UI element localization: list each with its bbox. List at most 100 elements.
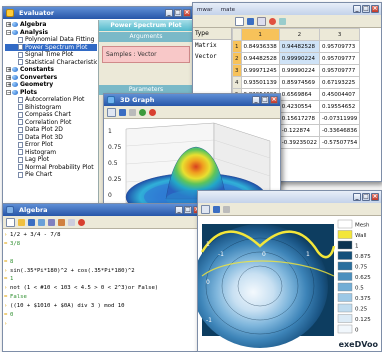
matrix-cell[interactable]: -0.57507754 bbox=[318, 136, 361, 149]
delete-icon[interactable] bbox=[269, 17, 276, 25]
expand-icon[interactable]: + bbox=[6, 74, 11, 80]
collapse-icon[interactable]: − bbox=[6, 29, 11, 35]
tree-item[interactable]: Correlation Plot bbox=[5, 119, 97, 127]
matrix-cell[interactable]: 0.99971245 bbox=[240, 64, 280, 77]
matrix-cell[interactable]: 0.15617278 bbox=[278, 112, 320, 125]
row-header[interactable]: 1 bbox=[232, 40, 242, 53]
settings-icon[interactable] bbox=[139, 108, 146, 116]
matrix-cell[interactable]: 0.84936338 bbox=[240, 40, 280, 53]
new-icon[interactable] bbox=[6, 217, 15, 227]
matrix-cell[interactable]: -0.39235022 bbox=[278, 136, 320, 149]
variables-icon[interactable] bbox=[58, 218, 65, 226]
minimize-button[interactable]: _ bbox=[252, 96, 260, 104]
minimize-button[interactable]: _ bbox=[165, 9, 173, 17]
column-header[interactable]: 1 bbox=[240, 28, 280, 41]
row-header[interactable]: 4 bbox=[232, 76, 242, 89]
tree-group[interactable]: + Converters bbox=[5, 74, 97, 82]
expand-icon[interactable]: + bbox=[6, 82, 11, 88]
matrix-cell[interactable]: 0.95709777 bbox=[318, 52, 361, 65]
close-button[interactable]: × bbox=[371, 193, 379, 201]
tree-group[interactable]: − Analysis bbox=[5, 29, 97, 37]
copy-icon[interactable] bbox=[257, 16, 266, 26]
console-input-line[interactable]: › bbox=[3, 320, 203, 329]
minimize-button[interactable]: _ bbox=[353, 5, 361, 13]
tree-item[interactable]: Lag Plot bbox=[5, 156, 97, 164]
algebra-console[interactable]: › 1/2 + 3/4 - 7/8 = 3/8 = 8 › sin(.35*Pi*180)^2… bbox=[3, 230, 203, 351]
matrix-cell[interactable]: -0.122874 bbox=[278, 124, 320, 137]
grid-icon[interactable] bbox=[279, 17, 286, 25]
close-button[interactable]: × bbox=[270, 96, 278, 104]
evaluator-titlebar[interactable]: Evaluator _ □ × bbox=[3, 7, 193, 19]
copy-icon[interactable] bbox=[107, 107, 116, 117]
delete-icon[interactable] bbox=[78, 218, 85, 226]
matrix-cell[interactable]: 0.95709777 bbox=[318, 64, 361, 77]
tree-item[interactable]: Error Plot bbox=[5, 141, 97, 149]
minimize-button[interactable]: _ bbox=[175, 206, 183, 214]
copy-icon[interactable] bbox=[68, 218, 75, 226]
matrix-cell[interactable]: 0.67193225 bbox=[318, 76, 361, 89]
maximize-button[interactable]: □ bbox=[362, 5, 370, 13]
matrix-titlebar[interactable]: mwar mate _ □ × bbox=[193, 3, 381, 15]
tree-item[interactable]: Compass Chart bbox=[5, 111, 97, 119]
tree-item[interactable]: Pie Chart bbox=[5, 171, 97, 179]
tree-group[interactable]: + Constants bbox=[5, 66, 97, 74]
tree-item[interactable]: Autocorrelation Plot bbox=[5, 96, 97, 104]
row-header[interactable]: 2 bbox=[232, 52, 242, 65]
tree-item[interactable]: Power Spectrum Plot bbox=[5, 43, 97, 51]
contour-plot[interactable]: -1 0 1 1 0 -1 Mesh Wall 1 0.875 0.75 0.625 0.5 0.37… bbox=[198, 216, 381, 350]
column-header[interactable]: 3 bbox=[318, 28, 361, 41]
print-icon[interactable] bbox=[223, 205, 230, 213]
function-icon[interactable] bbox=[38, 218, 45, 226]
matrix-cell[interactable]: 0.93501139 bbox=[240, 76, 280, 89]
maximize-button[interactable]: □ bbox=[184, 206, 192, 214]
close-button[interactable]: × bbox=[371, 5, 379, 13]
matrix-cell[interactable]: 0.99990224 bbox=[278, 64, 320, 77]
save-icon[interactable] bbox=[119, 108, 126, 116]
new-icon[interactable] bbox=[235, 16, 244, 26]
tree-item[interactable]: Statistical Characteristics bbox=[5, 59, 97, 67]
console-input-line[interactable]: › not (1 < #10 < 103 < 4.5 > 0 < 2^3)or F… bbox=[3, 284, 203, 293]
maximize-button[interactable]: □ bbox=[362, 193, 370, 201]
console-input-line[interactable]: › sin(.35*Pi*180)^2 + cos(.35*Pi*180)^2 bbox=[3, 267, 203, 276]
expand-icon[interactable]: + bbox=[6, 22, 11, 28]
tab-mwar[interactable]: mwar bbox=[197, 7, 213, 13]
matrix-cell[interactable]: -0.07311999 bbox=[318, 112, 361, 125]
console-input-line[interactable]: › 1/2 + 3/4 - 7/8 bbox=[3, 231, 203, 240]
console-input-line[interactable]: › ((10 + $1010 + $0A) div 3 ) mod 10 bbox=[3, 302, 203, 311]
type-matrix[interactable]: Matrix bbox=[193, 40, 231, 51]
maximize-button[interactable]: □ bbox=[261, 96, 269, 104]
close-icon[interactable] bbox=[149, 108, 156, 116]
column-header[interactable]: 2 bbox=[278, 28, 320, 41]
algebra-titlebar[interactable]: Algebra _ □ × bbox=[3, 204, 203, 216]
tree-group[interactable]: + Algebra bbox=[5, 21, 97, 29]
matrix-cell[interactable]: 0.6569864 bbox=[278, 88, 320, 101]
tree-item[interactable]: Normal Probability Plot bbox=[5, 164, 97, 172]
row-header[interactable]: 3 bbox=[232, 64, 242, 77]
matrix-cell[interactable]: -0.33646836 bbox=[318, 124, 361, 137]
open-icon[interactable] bbox=[18, 218, 25, 226]
contour-titlebar[interactable]: _ □ × bbox=[198, 191, 381, 203]
tree-item[interactable]: Data Plot 3D bbox=[5, 134, 97, 142]
matrix-cell[interactable]: 0.94482528 bbox=[278, 40, 320, 53]
tree-item[interactable]: Signal Time Plot bbox=[5, 51, 97, 59]
save-icon[interactable] bbox=[28, 218, 35, 226]
minimize-button[interactable]: _ bbox=[353, 193, 361, 201]
tree-item[interactable]: Data Plot 2D bbox=[5, 126, 97, 134]
graph3d-titlebar[interactable]: 3D Graph _ □ × bbox=[104, 94, 280, 106]
matrix-cell[interactable]: 0.4230554 bbox=[278, 100, 320, 113]
matrix-cell[interactable]: 0.99990224 bbox=[278, 52, 320, 65]
save-icon[interactable] bbox=[213, 205, 220, 213]
tree-group[interactable]: − Plots bbox=[5, 89, 97, 97]
close-button[interactable]: × bbox=[183, 9, 191, 17]
matrix-cell[interactable]: 0.19554652 bbox=[318, 100, 361, 113]
tree-group[interactable]: + Geometry bbox=[5, 81, 97, 89]
sum-icon[interactable] bbox=[48, 218, 55, 226]
tree-item[interactable]: Polynomial Data Fitting bbox=[5, 36, 97, 44]
type-vector[interactable]: Vector bbox=[193, 51, 231, 62]
save-icon[interactable] bbox=[247, 17, 254, 25]
tree-item[interactable]: Histogram bbox=[5, 149, 97, 157]
matrix-cell[interactable]: 0.85974569 bbox=[278, 76, 320, 89]
matrix-cell[interactable]: 0.94482528 bbox=[240, 52, 280, 65]
print-icon[interactable] bbox=[129, 108, 136, 116]
matrix-cell[interactable]: 0.95709773 bbox=[318, 40, 361, 53]
